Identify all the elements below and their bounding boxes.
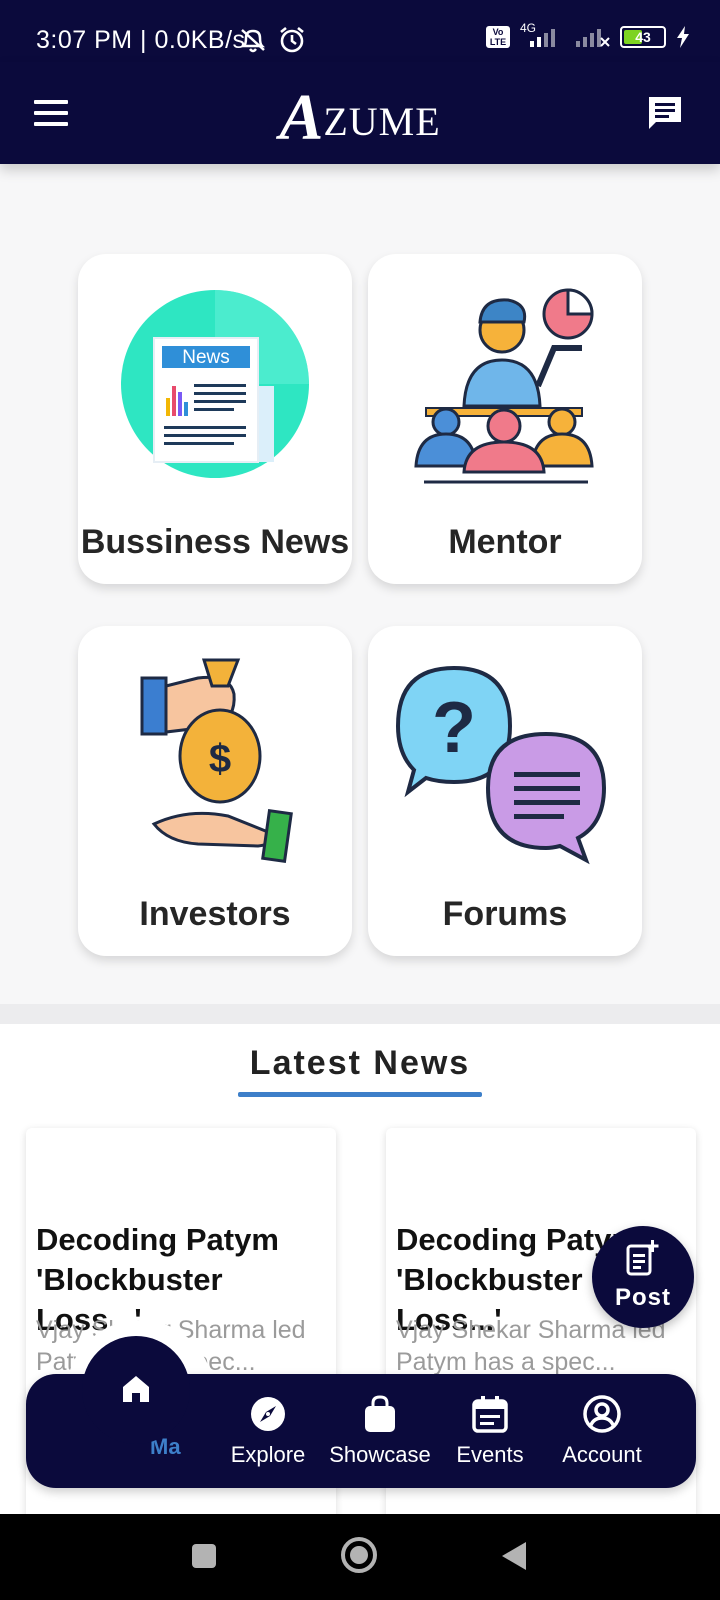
nav-showcase[interactable]: Showcase [320,1374,440,1488]
nav-home-button[interactable] [82,1336,190,1444]
recent-apps-icon[interactable] [190,1542,218,1570]
volte-icon: Vo LTE [485,26,510,48]
nav-events[interactable]: Events [430,1374,550,1488]
nav-account[interactable]: Account [542,1374,662,1488]
card-label: Bussiness News [80,523,350,561]
svg-text:?: ? [432,688,476,768]
newspaper-icon: News [121,290,309,478]
nav-label: Showcase [329,1442,431,1467]
post-add-icon [626,1240,659,1276]
heading-underline [238,1092,482,1097]
home-icon [123,1376,149,1402]
charging-icon [677,26,689,48]
category-grid: News Bussiness News Mentor $ Investors ?… [78,254,642,962]
status-time: 3:07 PM | 0.0KB/s [36,26,246,54]
calendar-icon [472,1396,508,1433]
account-circle-icon [583,1395,621,1433]
card-label: Forums [442,895,568,933]
section-divider [0,1004,720,1024]
app-bar: AZUME [0,62,720,164]
svg-text:$: $ [209,737,231,781]
card-label: Investors [139,895,291,933]
status-icons: Vo LTE 4G 43 [485,21,690,48]
status-bar: 3:07 PM | 0.0KB/s Vo LTE 4G 43 [0,0,720,62]
logo-initial: A [279,81,324,154]
card-investors[interactable]: $ Investors [78,626,352,956]
mentor-icon [414,288,594,484]
card-business-news[interactable]: News Bussiness News [78,254,352,584]
card-label: Mentor [448,523,562,561]
shopping-bag-icon [365,1395,395,1432]
alarm-icon [280,26,304,53]
signal-2-icon [576,29,610,47]
battery-level: 43 [635,29,651,45]
logo-text: ZUME [323,99,441,144]
nav-label: Events [456,1442,524,1467]
notifications-off-icon [240,29,266,53]
nav-explore[interactable]: Explore [208,1374,328,1488]
latest-news-heading: Latest News [249,1044,471,1082]
chat-icon[interactable] [646,94,684,132]
battery-icon: 43 [620,26,666,48]
card-mentor[interactable]: Mentor [368,254,642,584]
post-button[interactable]: Post [592,1226,694,1328]
speech-bubbles-icon: ? [395,665,607,865]
back-icon[interactable] [500,1540,528,1572]
news-badge-text: News [182,347,230,368]
compass-icon [251,1397,285,1431]
system-nav-bar [0,1514,720,1600]
nav-label: Explore [230,1442,306,1467]
card-forums[interactable]: ? Forums [368,626,642,956]
home-circle-icon[interactable] [340,1536,378,1574]
app-logo: AZUME [0,80,720,156]
nav-label: Account [562,1442,642,1467]
network-type: 4G [519,21,536,35]
post-label: Post [614,1284,671,1311]
money-bag-icon: $ [140,658,293,863]
